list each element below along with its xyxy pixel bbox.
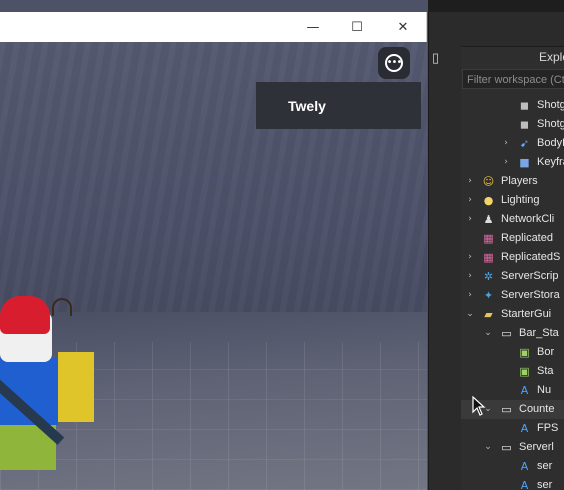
avatar-antlers <box>52 298 72 316</box>
player-name: Twely <box>288 97 326 114</box>
explorer-item[interactable]: › ✦ ServerStora <box>461 286 564 305</box>
ellipsis-icon: ••• <box>385 54 403 72</box>
explorer-item-label: ser <box>537 460 553 472</box>
part-icon: ◼ <box>519 99 530 112</box>
explorer-item[interactable]: ⌄ ▰ StarterGui <box>461 305 564 324</box>
replicated-icon: ▦ <box>483 232 494 245</box>
explorer-item[interactable]: ◼ Shotgu <box>461 115 564 134</box>
explorer-item-label: Shotgu <box>537 99 564 111</box>
expand-arrow-icon[interactable]: › <box>465 286 475 305</box>
players-icon: ☺ <box>482 175 495 188</box>
explorer-panel: ▯ Explo Filter workspace (Ct ◼ Shotgu ◼ Sho… <box>428 12 564 490</box>
gui-icon: ▭ <box>501 441 512 454</box>
maximize-button[interactable]: ☐ <box>334 12 380 42</box>
explorer-item-label: Nu <box>537 384 552 396</box>
gui-icon: ▭ <box>501 327 512 340</box>
part-icon: ◼ <box>519 118 530 131</box>
server-storage-icon: ✦ <box>483 289 494 302</box>
mouse-cursor-icon <box>472 396 486 416</box>
game-menu-button[interactable]: ••• <box>378 47 410 79</box>
expand-arrow-icon[interactable]: ⌄ <box>483 438 493 457</box>
explorer-item-label: ReplicatedS <box>501 251 561 263</box>
avatar-arm <box>58 352 94 422</box>
network-icon: ♟ <box>483 213 494 226</box>
game-window: — ☐ ✕ ••• Twely <box>0 0 428 490</box>
explorer-item-label: ServerStora <box>501 289 560 301</box>
explorer-tab-strip <box>429 12 564 47</box>
explorer-item-label: Counte <box>519 403 555 415</box>
explorer-item-label: FPS <box>537 422 559 434</box>
server-script-icon: ✲ <box>483 270 494 283</box>
avatar-character <box>0 292 100 482</box>
keyframe-icon: ■ <box>519 156 530 169</box>
device-icon[interactable]: ▯ <box>432 50 448 66</box>
explorer-item[interactable]: Aser <box>461 476 564 490</box>
force-icon: ➹ <box>519 137 530 150</box>
explorer-item[interactable]: ▦ Replicated <box>461 229 564 248</box>
explorer-gutter <box>429 46 461 490</box>
avatar-hat <box>0 296 50 334</box>
explorer-item[interactable]: ⌄ ▭ Serverl <box>461 438 564 457</box>
explorer-tree: ◼ Shotgu ◼ Shotgu › ➹ BodyFo › ■ Keyfran › ☺ Players… <box>461 96 564 490</box>
explorer-item-label: NetworkCli <box>501 213 555 225</box>
explorer-item-label: Players <box>501 175 538 187</box>
expand-arrow-icon[interactable]: › <box>465 267 475 286</box>
expand-arrow-icon[interactable]: › <box>501 134 511 153</box>
explorer-item-label: Bor <box>537 346 555 358</box>
replicated-icon: ▦ <box>483 251 494 264</box>
expand-arrow-icon[interactable]: › <box>465 248 475 267</box>
text-icon: A <box>520 460 529 473</box>
explorer-item-label: BodyFo <box>537 137 564 149</box>
explorer-title: Explo <box>539 50 564 64</box>
explorer-item-label: StarterGui <box>501 308 552 320</box>
explorer-item[interactable]: › ■ Keyfran <box>461 153 564 172</box>
text-icon: A <box>520 479 529 490</box>
filter-workspace-input[interactable]: Filter workspace (Ct <box>462 69 564 89</box>
explorer-item[interactable]: › ➹ BodyFo <box>461 134 564 153</box>
text-icon: A <box>520 422 529 435</box>
lighting-icon: ● <box>483 194 494 207</box>
minimize-icon: — <box>306 19 320 35</box>
explorer-item-label: Shotgu <box>537 118 564 130</box>
text-icon: A <box>520 384 529 397</box>
expand-arrow-icon[interactable]: ⌄ <box>465 305 475 324</box>
explorer-item-label: Keyfran <box>537 156 564 168</box>
explorer-item[interactable]: › ▦ ReplicatedS <box>461 248 564 267</box>
player-list-card[interactable]: Twely <box>256 82 421 129</box>
explorer-item-label: Serverl <box>519 441 554 453</box>
expand-arrow-icon[interactable]: › <box>465 191 475 210</box>
explorer-item-label: ServerScrip <box>501 270 559 282</box>
explorer-item[interactable]: ⌄ ▭ Bar_Sta <box>461 324 564 343</box>
explorer-item[interactable]: › ☺ Players <box>461 172 564 191</box>
explorer-item[interactable]: Aser <box>461 457 564 476</box>
explorer-item[interactable]: ▣ Sta <box>461 362 564 381</box>
image-icon: ▣ <box>519 365 530 378</box>
explorer-item[interactable]: › ♟ NetworkCli <box>461 210 564 229</box>
minimize-button[interactable]: — <box>290 12 336 42</box>
explorer-item-label: Sta <box>537 365 554 377</box>
expand-arrow-icon[interactable]: › <box>501 153 511 172</box>
explorer-item-label: Lighting <box>501 194 540 206</box>
image-icon: ▣ <box>519 346 530 359</box>
window-titlebar: — ☐ ✕ <box>0 12 427 42</box>
expand-arrow-icon[interactable]: › <box>465 172 475 191</box>
explorer-item[interactable]: ▣ Bor <box>461 343 564 362</box>
explorer-item-label: ser <box>537 479 553 490</box>
explorer-item[interactable]: › ✲ ServerScrip <box>461 267 564 286</box>
close-icon: ✕ <box>397 19 409 35</box>
gui-icon: ▭ <box>501 403 512 416</box>
explorer-item-label: Bar_Sta <box>519 327 559 339</box>
folder-icon: ▰ <box>484 308 493 321</box>
explorer-item[interactable]: A FPS <box>461 419 564 438</box>
explorer-item-label: Replicated <box>501 232 553 244</box>
close-button[interactable]: ✕ <box>380 12 426 42</box>
explorer-item[interactable]: › ● Lighting <box>461 191 564 210</box>
expand-arrow-icon[interactable]: ⌄ <box>483 324 493 343</box>
explorer-item[interactable]: ◼ Shotgu <box>461 96 564 115</box>
maximize-icon: ☐ <box>351 19 363 35</box>
expand-arrow-icon[interactable]: › <box>465 210 475 229</box>
